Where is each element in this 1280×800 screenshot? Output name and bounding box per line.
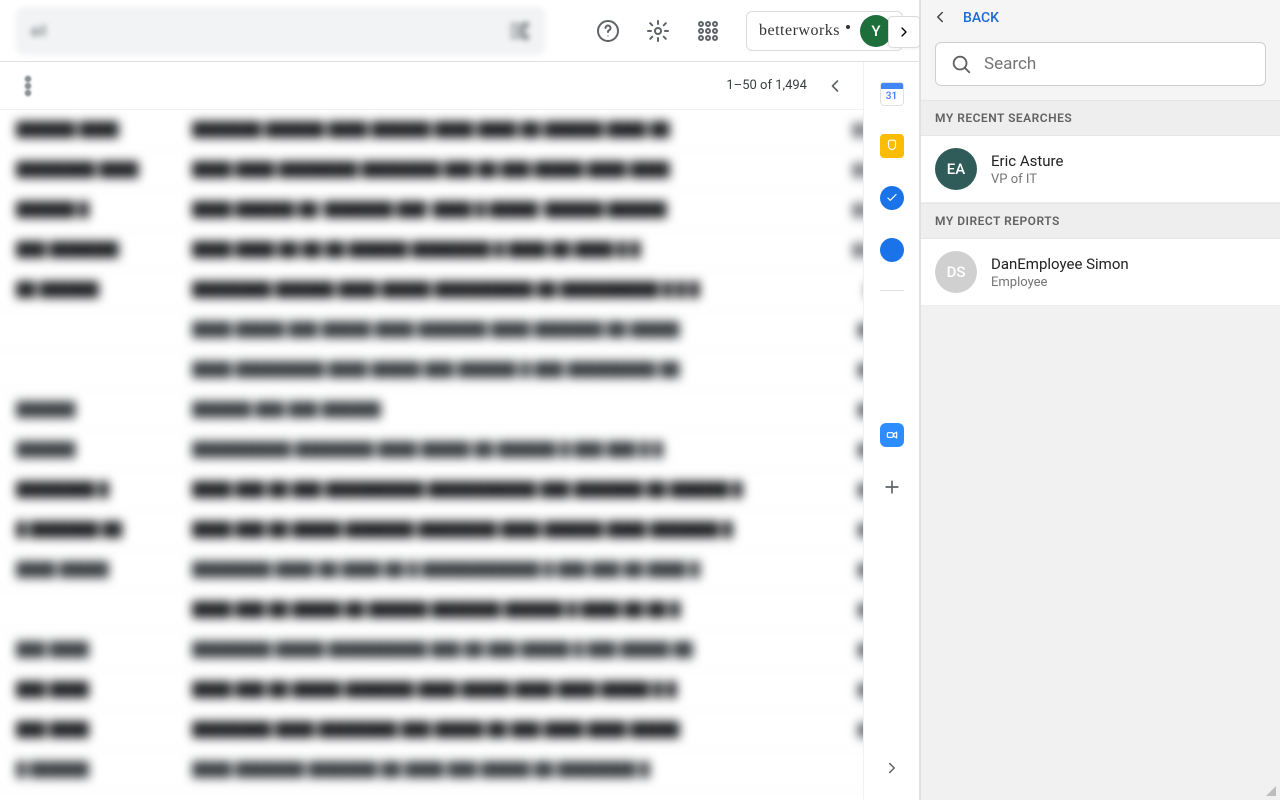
mail-subject: ████ ███ ██ █████ ███████ ████ █████ ███… (192, 681, 817, 698)
mail-row[interactable]: ██████ ████ ███████ ██████ ████ ██████ ██… (0, 110, 919, 150)
mail-sender: ██████ ████ (16, 121, 166, 138)
prev-page-icon[interactable] (825, 76, 845, 96)
recent-searches-list: EA Eric Asture VP of IT (921, 136, 1280, 203)
mail-subject: ████ █████████ ████ █████ ███ ██████ █ █… (192, 361, 817, 378)
mail-row[interactable]: ████ ███ ██ █████ ██ ██████ ███████ ████… (0, 590, 919, 630)
mail-sender: █ ███████ ██ (16, 521, 166, 538)
rail-expand-icon[interactable] (880, 756, 904, 780)
mail-subject: ████ ████ ██ ██ ██ ██████ ████████ █ ███… (192, 241, 817, 258)
mail-subject: ████████ ██████ ████ █████ ██████████ ██… (192, 281, 817, 298)
mail-subject: ████ ██████ ██ '███████ ███' ████ █ ████… (192, 201, 817, 218)
mail-subject: ████████ █████ ██████████ ███ ██ ███ ███… (192, 641, 817, 658)
mail-subject: ████████ ████ ████████ ███ █████ ██ ███ … (192, 721, 817, 738)
panel-empty-area (921, 306, 1280, 800)
tasks-app-icon[interactable] (880, 186, 904, 210)
person-name: DanEmployee Simon (991, 255, 1129, 273)
person-avatar: DS (935, 251, 977, 293)
add-app-icon[interactable] (880, 475, 904, 499)
mail-sender: ████████ ████ (16, 161, 166, 178)
more-vertical-icon[interactable] (16, 74, 40, 98)
mail-sender: ███ ████ (16, 721, 166, 738)
mail-row[interactable]: ██ ██████ ████████ ██████ ████ █████ ████… (0, 270, 919, 310)
side-rail: 31 (863, 62, 919, 800)
mail-subject: ████ █████ ███ █████ ████ ███████ ████ █… (192, 321, 817, 338)
mail-row[interactable]: ███ ████ ████ ███ ██ █████ ███████ ████ █… (0, 670, 919, 710)
mail-row[interactable]: ████ █████ ███ █████ ████ ███████ ████ █… (0, 310, 919, 350)
top-icon-group: betterworks Y (596, 11, 903, 51)
betterworks-panel: BACK Search MY RECENT SEARCHES EA Eric As… (920, 0, 1280, 800)
person-role: VP of IT (991, 172, 1063, 187)
person-row[interactable]: DS DanEmployee Simon Employee (921, 239, 1280, 306)
pagination-count: 1–50 of 1,494 (726, 78, 807, 93)
person-row[interactable]: EA Eric Asture VP of IT (921, 136, 1280, 203)
person-role: Employee (991, 275, 1129, 290)
mail-row[interactable]: ███ ████ ████████ ████ ████████ ███ █████… (0, 710, 919, 750)
asana-app-icon[interactable] (880, 319, 904, 343)
thread-toolbar: 1–50 of 1,494 (0, 62, 919, 110)
apps-grid-icon[interactable] (696, 19, 720, 43)
mail-row[interactable]: ████ █████ ████████ ████ ██ ████ ██ █ ███… (0, 550, 919, 590)
panel-back-button[interactable]: BACK (921, 0, 1280, 36)
gear-icon[interactable] (646, 19, 670, 43)
tune-icon[interactable] (508, 19, 532, 43)
gmail-topbar: ail betterworks Y (0, 0, 919, 62)
search-text: ail (30, 21, 46, 40)
person-avatar: EA (935, 148, 977, 190)
betterworks-logo-text: betterworks (759, 22, 840, 40)
mail-subject: ████ ███ ██ ███ ██████████ ███████████ █… (192, 481, 817, 498)
direct-reports-list: DS DanEmployee Simon Employee (921, 239, 1280, 306)
mail-subject: ██████ ███ ███ ██████ (192, 401, 817, 418)
mail-sender: ███ ███████ (16, 241, 166, 258)
direct-reports-label: MY DIRECT REPORTS (921, 203, 1280, 239)
mail-row[interactable]: ████████ █ ████ ███ ██ ███ ██████████ ███… (0, 470, 919, 510)
rail-separator (880, 290, 904, 291)
mail-row[interactable]: ████ █████████ ████ █████ ███ ██████ █ █… (0, 350, 919, 390)
atlassian-app-icon[interactable] (880, 371, 904, 395)
panel-search-wrap: Search (921, 36, 1280, 100)
mail-sender: ████ █████ (16, 561, 166, 578)
mail-row[interactable]: ███ ████ ████████ █████ ██████████ ███ ██… (0, 630, 919, 670)
mail-row[interactable]: ██████ ██████████ ████████ ████ █████ ██ … (0, 430, 919, 470)
mail-subject: ████████ ████ ██ ████ ██ █ ████████████ … (192, 561, 817, 578)
gmail-app: ail betterworks Y (0, 0, 920, 800)
chevron-left-icon (931, 8, 951, 28)
mail-sender: █ ██████ (16, 761, 166, 778)
mail-sender: ███ ████ (16, 681, 166, 698)
mail-row[interactable]: █ ███████ ██ ████ ███ ██ █████ ███████ ██… (0, 510, 919, 550)
mail-row[interactable]: ██████ █ ████ ██████ ██ '███████ ███' ███… (0, 190, 919, 230)
mail-row[interactable]: █ ██████ ████ ███████ ███████ ██ ████ ███… (0, 750, 919, 790)
mail-subject: ████ ████ ████████ ████████ ███ ██ ███ █… (192, 161, 817, 178)
help-icon[interactable] (596, 19, 620, 43)
mail-subject: ██████████ ████████ ████ █████ ██ ██████… (192, 441, 817, 458)
panel-search-input[interactable]: Search (935, 42, 1266, 86)
mail-subject: ████ ███ ██ █████ ██ ██████ ███████ ████… (192, 601, 817, 618)
recent-searches-label: MY RECENT SEARCHES (921, 100, 1280, 136)
mail-sender: ██████ (16, 401, 166, 418)
person-name: Eric Asture (991, 152, 1063, 170)
mail-list[interactable]: ██████ ███████████ ██████ ████ ██████ ██… (0, 110, 919, 800)
back-label: BACK (963, 10, 999, 26)
mail-sender: ██████ (16, 441, 166, 458)
mail-sender: ██████ █ (16, 201, 166, 218)
contacts-app-icon[interactable] (880, 238, 904, 262)
mail-row[interactable]: ███ ███████ ████ ████ ██ ██ ██ ██████ ███… (0, 230, 919, 270)
search-placeholder-text: Search (984, 54, 1036, 74)
mail-row[interactable]: ████████████ ███ ███ █████████ ██ (0, 390, 919, 430)
mail-subject: ████ ███ ██ █████ ███████ ████████ ████ … (192, 521, 817, 538)
resize-grip-icon[interactable] (1266, 786, 1276, 796)
mail-subject: ███████ ██████ ████ ██████ ████ ████ ██ … (192, 121, 817, 138)
mail-subject: ████ ███████ ███████ ██ ████ ███ █████ █… (192, 761, 817, 778)
mail-sender: ██ ██████ (16, 281, 166, 298)
search-icon (950, 53, 972, 75)
chevron-right-icon[interactable] (888, 16, 920, 48)
zoom-app-icon[interactable] (880, 423, 904, 447)
search-box[interactable]: ail (16, 7, 546, 55)
mail-sender: ███ ████ (16, 641, 166, 658)
keep-app-icon[interactable] (880, 134, 904, 158)
mail-row[interactable]: ████████ ████ ████ ████ ████████ ████████… (0, 150, 919, 190)
betterworks-chip[interactable]: betterworks Y (746, 11, 903, 51)
calendar-app-icon[interactable]: 31 (880, 82, 904, 106)
mail-sender: ████████ █ (16, 481, 166, 498)
